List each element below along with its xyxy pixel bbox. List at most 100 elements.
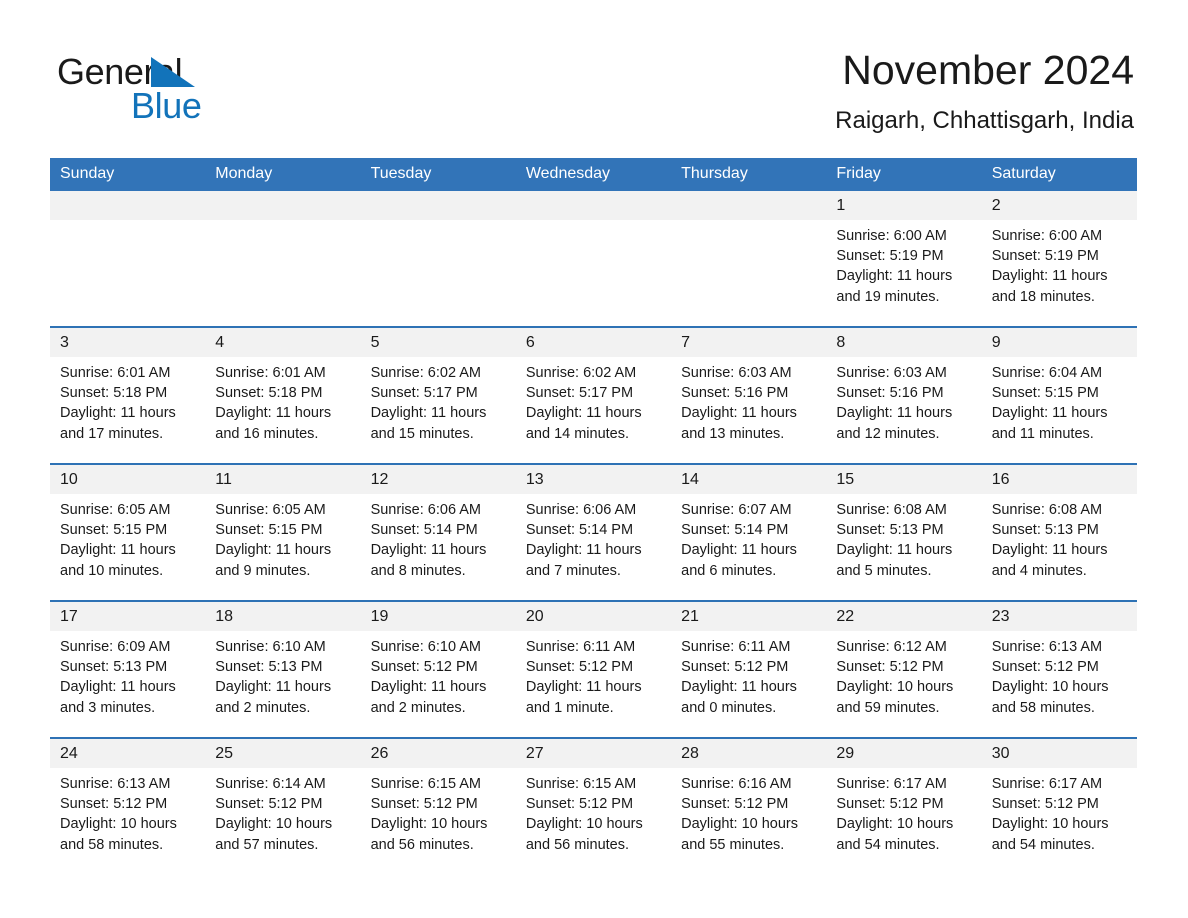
daylight-text-line2: and 2 minutes. — [215, 699, 311, 716]
calendar-day-cell[interactable]: 26 Sunrise: 6:15 AM Sunset: 5:12 PM Dayligh… — [360, 737, 516, 874]
day-cell-inner: 22 Sunrise: 6:12 AM Sunset: 5:12 PM Dayligh… — [826, 602, 982, 735]
daylight-text-line2: and 58 minutes. — [991, 699, 1095, 716]
sunset-text: Sunset: 5:12 PM — [836, 659, 944, 676]
daylight-text-line2: and 17 minutes. — [60, 425, 164, 442]
calendar-day-cell[interactable]: 4 Sunrise: 6:01 AM Sunset: 5:18 PM Daylight… — [205, 326, 361, 464]
sunset-text: Sunset: 5:19 PM — [991, 248, 1099, 265]
calendar-day-cell[interactable]: 7 Sunrise: 6:03 AM Sunset: 5:16 PM Daylight… — [671, 326, 827, 464]
day-cell-inner: 20 Sunrise: 6:11 AM Sunset: 5:12 PM Dayligh… — [515, 602, 672, 735]
calendar-day-cell[interactable]: 10 Sunrise: 6:05 AM Sunset: 5:15 PM Dayligh… — [50, 463, 206, 601]
sunset-text: Sunset: 5:13 PM — [215, 659, 323, 676]
sunset-text: Sunset: 5:12 PM — [525, 659, 634, 676]
daylight-text-line1: Daylight: 10 hours — [991, 816, 1109, 833]
logo-triangle-icon — [151, 57, 195, 87]
calendar-day-cell[interactable]: 16 Sunrise: 6:08 AM Sunset: 5:13 PM Dayligh… — [981, 463, 1137, 601]
daylight-text-line2: and 6 minutes. — [681, 562, 777, 579]
calendar-day-cell[interactable]: 27 Sunrise: 6:15 AM Sunset: 5:12 PM Dayligh… — [515, 737, 672, 874]
calendar-week-row: 24 Sunrise: 6:13 AM Sunset: 5:12 PM Dayligh… — [50, 737, 1137, 874]
calendar-day-cell[interactable]: 30 Sunrise: 6:17 AM Sunset: 5:12 PM Dayligh… — [981, 737, 1137, 874]
sunrise-text: Sunrise: 6:07 AM — [681, 502, 792, 518]
page-header: General Blue November 2024 Raigarh, Chha… — [0, 0, 1188, 150]
calendar-day-cell[interactable]: 23 Sunrise: 6:13 AM Sunset: 5:12 PM Dayligh… — [981, 600, 1137, 738]
sunrise-text: Sunrise: 6:17 AM — [836, 776, 947, 792]
title-block: November 2024 Raigarh, Chhattisgarh, Ind… — [835, 46, 1134, 136]
calendar-week-row: 10 Sunrise: 6:05 AM Sunset: 5:15 PM Dayligh… — [50, 463, 1137, 601]
daylight-text-line2: and 59 minutes. — [836, 699, 940, 716]
day-details: Sunrise: 6:02 AM Sunset: 5:17 PM Daylight:… — [361, 357, 516, 444]
day-details: Sunrise: 6:17 AM Sunset: 5:12 PM Daylight:… — [982, 768, 1137, 855]
calendar-day-cell[interactable]: 12 Sunrise: 6:06 AM Sunset: 5:14 PM Dayligh… — [360, 463, 516, 601]
day-cell-inner: 15 Sunrise: 6:08 AM Sunset: 5:13 PM Dayligh… — [826, 465, 982, 598]
location-subtitle: Raigarh, Chhattisgarh, India — [835, 107, 1134, 134]
day-details: Sunrise: 6:07 AM Sunset: 5:14 PM Daylight:… — [671, 494, 826, 581]
daylight-text-line1: Daylight: 11 hours — [836, 268, 953, 285]
daylight-text-line1: Daylight: 11 hours — [836, 405, 953, 422]
sunrise-text: Sunrise: 6:08 AM — [991, 502, 1103, 518]
weekday-header-thursday: Thursday — [671, 158, 827, 191]
calendar-day-cell[interactable]: 22 Sunrise: 6:12 AM Sunset: 5:12 PM Dayligh… — [826, 600, 982, 738]
sunrise-text: Sunrise: 6:06 AM — [525, 502, 637, 518]
day-number: 27 — [515, 739, 672, 768]
weekday-header-sunday: Sunday — [50, 158, 206, 191]
sunrise-text: Sunrise: 6:01 AM — [60, 365, 171, 381]
calendar-day-cell[interactable]: 3 Sunrise: 6:01 AM Sunset: 5:18 PM Daylight… — [50, 326, 206, 464]
day-details: Sunrise: 6:03 AM Sunset: 5:16 PM Daylight:… — [671, 357, 826, 444]
calendar-day-cell[interactable]: 6 Sunrise: 6:02 AM Sunset: 5:17 PM Daylight… — [515, 326, 672, 464]
day-cell-inner: 19 Sunrise: 6:10 AM Sunset: 5:12 PM Dayligh… — [360, 602, 516, 735]
daylight-text-line2: and 11 minutes. — [991, 425, 1094, 442]
daylight-text-line1: Daylight: 10 hours — [991, 679, 1109, 696]
page-title: November 2024 — [842, 47, 1134, 93]
calendar-day-cell[interactable]: 18 Sunrise: 6:10 AM Sunset: 5:13 PM Dayligh… — [205, 600, 361, 738]
sunrise-text: Sunrise: 6:01 AM — [215, 365, 326, 381]
daylight-text-line1: Daylight: 11 hours — [991, 268, 1108, 285]
calendar-day-cell[interactable]: 5 Sunrise: 6:02 AM Sunset: 5:17 PM Daylight… — [360, 326, 516, 464]
day-details: Sunrise: 6:13 AM Sunset: 5:12 PM Daylight:… — [982, 631, 1137, 718]
daylight-text-line1: Daylight: 11 hours — [215, 679, 332, 696]
day-cell-inner: 4 Sunrise: 6:01 AM Sunset: 5:18 PM Daylight… — [205, 328, 361, 461]
calendar-day-cell[interactable]: 2 Sunrise: 6:00 AM Sunset: 5:19 PM Daylight… — [981, 191, 1137, 327]
calendar-day-cell[interactable]: 29 Sunrise: 6:17 AM Sunset: 5:12 PM Dayligh… — [826, 737, 982, 874]
day-number: 14 — [671, 465, 827, 494]
calendar-day-cell-empty — [50, 191, 206, 327]
calendar-day-cell[interactable]: 28 Sunrise: 6:16 AM Sunset: 5:12 PM Dayligh… — [671, 737, 827, 874]
day-number: 6 — [515, 328, 672, 357]
day-number: 9 — [981, 328, 1137, 357]
calendar-day-cell[interactable]: 1 Sunrise: 6:00 AM Sunset: 5:19 PM Daylight… — [826, 191, 982, 327]
sunrise-text: Sunrise: 6:05 AM — [60, 502, 171, 518]
sunset-text: Sunset: 5:16 PM — [836, 385, 944, 402]
day-number: 10 — [50, 465, 206, 494]
day-number: 26 — [360, 739, 516, 768]
calendar-day-cell[interactable]: 17 Sunrise: 6:09 AM Sunset: 5:13 PM Dayligh… — [50, 600, 206, 738]
day-number: 4 — [205, 328, 361, 357]
day-details: Sunrise: 6:04 AM Sunset: 5:15 PM Daylight:… — [982, 357, 1137, 444]
calendar-day-cell[interactable]: 15 Sunrise: 6:08 AM Sunset: 5:13 PM Dayligh… — [826, 463, 982, 601]
day-details: Sunrise: 6:10 AM Sunset: 5:12 PM Daylight:… — [361, 631, 516, 718]
sunrise-text: Sunrise: 6:11 AM — [525, 639, 636, 655]
day-cell-inner: 16 Sunrise: 6:08 AM Sunset: 5:13 PM Dayligh… — [981, 465, 1137, 598]
daylight-text-line2: and 54 minutes. — [991, 836, 1095, 853]
sunrise-text: Sunrise: 6:02 AM — [370, 365, 481, 381]
calendar-day-cell[interactable]: 19 Sunrise: 6:10 AM Sunset: 5:12 PM Dayligh… — [360, 600, 516, 738]
calendar-day-cell[interactable]: 8 Sunrise: 6:03 AM Sunset: 5:16 PM Daylight… — [826, 326, 982, 464]
day-cell-inner: 25 Sunrise: 6:14 AM Sunset: 5:12 PM Dayligh… — [205, 739, 361, 872]
day-number: 21 — [671, 602, 827, 631]
calendar-day-cell[interactable]: 14 Sunrise: 6:07 AM Sunset: 5:14 PM Dayligh… — [671, 463, 827, 601]
daylight-text-line1: Daylight: 11 hours — [60, 405, 176, 422]
calendar-day-cell[interactable]: 25 Sunrise: 6:14 AM Sunset: 5:12 PM Dayligh… — [205, 737, 361, 874]
calendar-day-cell[interactable]: 24 Sunrise: 6:13 AM Sunset: 5:12 PM Dayligh… — [50, 737, 206, 874]
calendar-day-cell[interactable]: 13 Sunrise: 6:06 AM Sunset: 5:14 PM Dayligh… — [515, 463, 672, 601]
sunset-text: Sunset: 5:13 PM — [991, 522, 1099, 539]
daylight-text-line1: Daylight: 10 hours — [60, 816, 177, 833]
calendar-day-cell[interactable]: 9 Sunrise: 6:04 AM Sunset: 5:15 PM Daylight… — [981, 326, 1137, 464]
calendar-day-cell[interactable]: 20 Sunrise: 6:11 AM Sunset: 5:12 PM Dayligh… — [515, 600, 672, 738]
day-cell-inner — [515, 191, 672, 324]
daylight-text-line2: and 7 minutes. — [525, 562, 621, 579]
sunset-text: Sunset: 5:14 PM — [370, 522, 478, 539]
calendar-day-cell[interactable]: 11 Sunrise: 6:05 AM Sunset: 5:15 PM Dayligh… — [205, 463, 361, 601]
day-details: Sunrise: 6:00 AM Sunset: 5:19 PM Daylight:… — [826, 220, 981, 307]
calendar-day-cell[interactable]: 21 Sunrise: 6:11 AM Sunset: 5:12 PM Dayligh… — [671, 600, 827, 738]
daylight-text-line2: and 2 minutes. — [370, 699, 466, 716]
weekday-header-friday: Friday — [826, 158, 982, 191]
day-details: Sunrise: 6:14 AM Sunset: 5:12 PM Daylight:… — [205, 768, 360, 855]
general-blue-logo[interactable]: General Blue — [57, 52, 357, 126]
